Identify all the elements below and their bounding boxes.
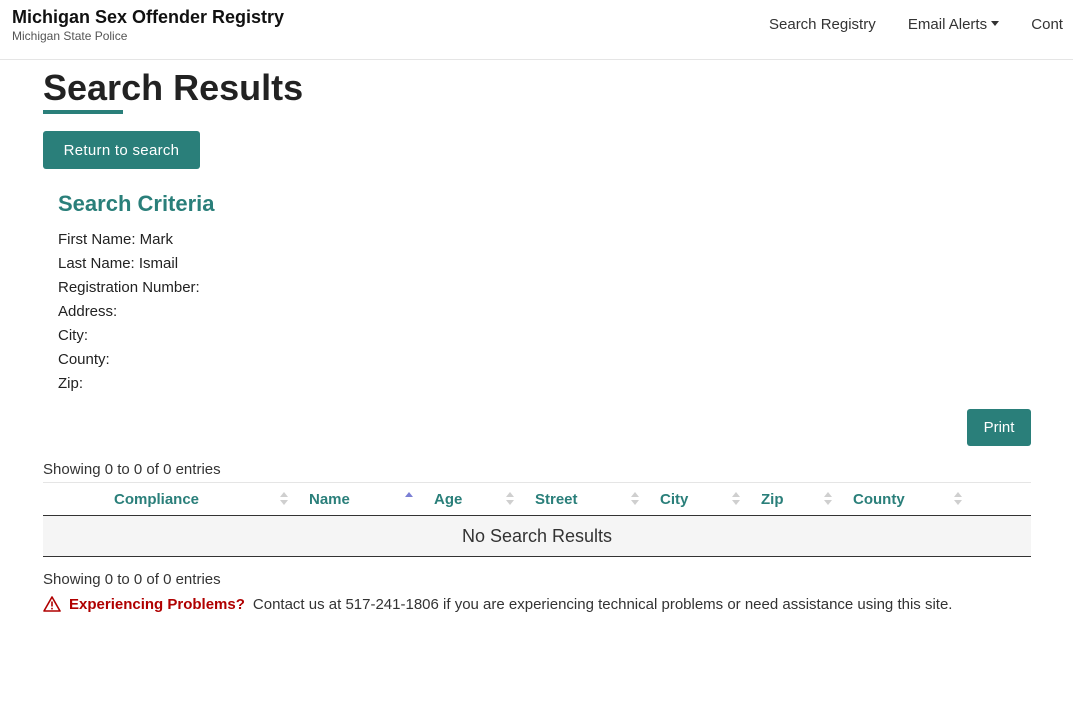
print-button[interactable]: Print	[967, 409, 1031, 446]
sort-ascending-icon	[405, 492, 413, 506]
site-subtitle: Michigan State Police	[12, 29, 128, 43]
site-title[interactable]: Michigan Sex Offender Registry	[12, 6, 284, 28]
criteria-address: Address:	[58, 303, 118, 320]
nav-email-alerts[interactable]: Email Alerts	[907, 15, 1000, 35]
entries-info-bottom: Showing 0 to 0 of 0 entries	[43, 571, 221, 588]
criteria-registration-number: Registration Number:	[58, 279, 200, 296]
return-to-search-button[interactable]: Return to search	[43, 131, 200, 169]
criteria-county: County:	[58, 351, 110, 368]
no-results-message: No Search Results	[43, 515, 1031, 557]
table-row-empty: No Search Results	[43, 515, 1031, 557]
sort-icon	[732, 492, 740, 506]
column-header-spacer	[972, 482, 1031, 516]
criteria-last-name: Last Name: Ismail	[58, 255, 179, 272]
caret-down-icon	[991, 21, 1000, 26]
problems-text: Contact us at 517-241-1806 if you are ex…	[252, 596, 953, 613]
sort-icon	[506, 492, 514, 506]
nav-contact[interactable]: Cont	[1031, 15, 1063, 35]
criteria-first-name: First Name: Mark	[58, 231, 174, 248]
criteria-zip: Zip:	[58, 375, 84, 392]
column-label: City	[660, 490, 689, 508]
column-label: County	[853, 490, 905, 508]
nav-links: Search Registry Email Alerts Cont	[769, 15, 1073, 35]
column-header-compliance[interactable]: Compliance	[43, 482, 298, 516]
column-header-age[interactable]: Age	[423, 482, 524, 516]
nav-search-registry[interactable]: Search Registry	[769, 15, 876, 35]
page-title: Search Results	[43, 67, 304, 108]
top-navbar: Michigan Sex Offender Registry Michigan …	[0, 0, 1073, 60]
entries-info-top: Showing 0 to 0 of 0 entries	[43, 461, 221, 478]
sort-icon	[631, 492, 639, 506]
column-label: Zip	[761, 490, 784, 508]
criteria-city: City:	[58, 327, 88, 344]
column-header-county[interactable]: County	[842, 482, 972, 516]
column-header-city[interactable]: City	[649, 482, 750, 516]
brand[interactable]: Michigan Sex Offender Registry Michigan …	[12, 6, 284, 44]
sort-icon	[824, 492, 832, 506]
column-header-street[interactable]: Street	[524, 482, 649, 516]
warning-icon	[43, 596, 61, 619]
column-label: Compliance	[114, 490, 200, 508]
search-criteria: Search Criteria First Name: Mark Last Na…	[58, 190, 215, 396]
column-header-name[interactable]: Name	[298, 482, 423, 516]
nav-email-alerts-label: Email Alerts	[907, 16, 988, 33]
problems-title: Experiencing Problems?	[69, 596, 245, 613]
title-underline	[43, 110, 123, 114]
results-table: Compliance Name Age Street City Zip Coun…	[43, 482, 1031, 557]
column-header-zip[interactable]: Zip	[750, 482, 842, 516]
problems-notice: Experiencing Problems? Contact us at 517-…	[43, 594, 952, 619]
search-criteria-heading: Search Criteria	[58, 191, 215, 216]
column-label: Name	[309, 490, 350, 508]
column-label: Age	[434, 490, 463, 508]
sort-icon	[954, 492, 962, 506]
sort-icon	[280, 492, 288, 506]
column-label: Street	[535, 490, 578, 508]
